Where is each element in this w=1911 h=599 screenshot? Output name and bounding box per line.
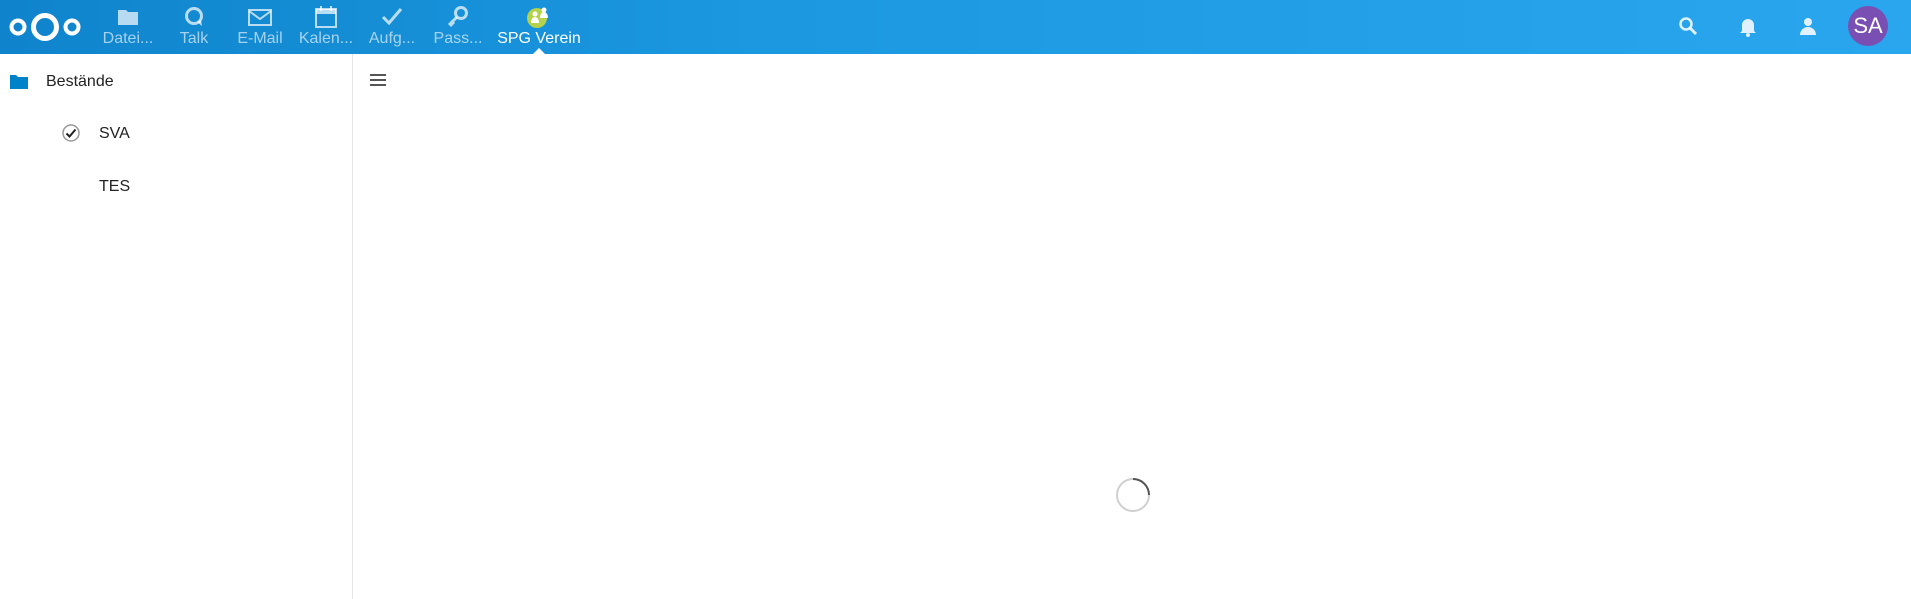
bell-icon[interactable] bbox=[1736, 14, 1760, 38]
app-talk[interactable]: Talk bbox=[161, 0, 227, 54]
sidebar-item-tes[interactable]: TES bbox=[99, 167, 130, 207]
talk-icon bbox=[185, 7, 203, 26]
calendar-icon bbox=[315, 6, 337, 28]
top-header: Datei... Talk E-Mail Kalen... Aufg... Pa… bbox=[0, 0, 1911, 54]
nextcloud-logo[interactable] bbox=[8, 10, 82, 44]
sidebar-item-label: TES bbox=[99, 178, 131, 195]
app-tasks-label: Aufg... bbox=[368, 30, 416, 47]
mail-icon bbox=[248, 9, 272, 26]
app-mail-label: E-Mail bbox=[237, 30, 283, 47]
checkmark-icon bbox=[381, 8, 403, 26]
app-spg-verein-label: SPG Verein bbox=[497, 30, 581, 47]
key-icon bbox=[447, 6, 468, 28]
app-calendar-label: Kalen... bbox=[298, 30, 354, 47]
contacts-icon[interactable] bbox=[1796, 14, 1820, 38]
sidebar-section-bestaende[interactable]: Bestände bbox=[46, 62, 114, 102]
loading-spinner-icon bbox=[1116, 478, 1150, 512]
user-avatar[interactable]: SA bbox=[1848, 6, 1888, 46]
app-menu: Datei... Talk E-Mail Kalen... Aufg... Pa… bbox=[95, 0, 587, 54]
sidebar-item-sva[interactable]: SVA bbox=[99, 114, 130, 154]
app-tasks[interactable]: Aufg... bbox=[359, 0, 425, 54]
checkmark-circle-icon bbox=[62, 124, 80, 142]
folder-icon bbox=[118, 10, 138, 25]
app-spg-verein[interactable]: SPG Verein bbox=[491, 0, 587, 54]
app-files-label: Datei... bbox=[102, 30, 154, 47]
app-navigation bbox=[0, 54, 353, 599]
app-calendar[interactable]: Kalen... bbox=[293, 0, 359, 54]
app-passwords[interactable]: Pass... bbox=[425, 0, 491, 54]
app-passwords-label: Pass... bbox=[433, 30, 483, 47]
hamburger-icon[interactable] bbox=[370, 72, 386, 88]
sidebar-item-label: SVA bbox=[99, 125, 130, 142]
app-talk-label: Talk bbox=[179, 30, 209, 47]
people-icon bbox=[527, 7, 548, 28]
folder-icon bbox=[10, 75, 28, 89]
app-files[interactable]: Datei... bbox=[95, 0, 161, 54]
app-mail[interactable]: E-Mail bbox=[227, 0, 293, 54]
search-icon[interactable] bbox=[1676, 14, 1700, 38]
sidebar-section-label: Bestände bbox=[46, 73, 114, 90]
